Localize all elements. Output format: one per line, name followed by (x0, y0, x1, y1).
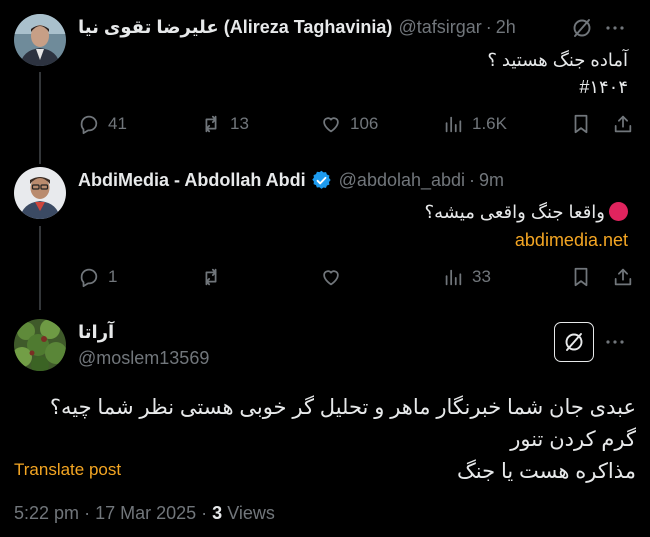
separator-dot: · (469, 170, 476, 190)
reply-icon (80, 115, 98, 135)
more-options-icon[interactable] (603, 330, 627, 359)
post-time[interactable]: 5:22 pm (14, 503, 79, 523)
views-chart-icon (445, 116, 462, 133)
like-count: 106 (350, 114, 379, 133)
avatar-abdimedia[interactable] (14, 167, 66, 219)
tweet-1-text: آماده جنگ هستید ؟ #۱۴۰۴ (128, 47, 628, 101)
reply-button[interactable]: 41 (78, 113, 200, 135)
repost-button[interactable]: 13 (200, 113, 320, 135)
share-icon (614, 268, 632, 286)
share-icon (614, 115, 632, 133)
views-button[interactable]: 33 (442, 266, 570, 288)
reply-count: 41 (108, 114, 127, 133)
tweet-1-handle[interactable]: @tafsirgar (398, 17, 481, 38)
reply-button[interactable]: 1 (78, 266, 200, 288)
repost-button[interactable] (200, 266, 320, 288)
thread-line-2 (39, 226, 41, 310)
bookmark-icon (574, 267, 588, 287)
thread-line-1 (39, 72, 41, 164)
tweet-2-text-line1: واقعا جنگ واقعی میشه؟ (128, 198, 628, 226)
views-button[interactable]: 1.6K (442, 113, 570, 135)
reply-icon (80, 268, 98, 288)
translate-post-link[interactable]: Translate post (14, 460, 121, 480)
repost-icon (205, 268, 217, 286)
share-button[interactable] (612, 113, 634, 135)
separator-dot: · (485, 17, 492, 37)
tweet-2-text-body: واقعا جنگ واقعی میشه؟ (424, 202, 605, 222)
red-circle-icon (609, 202, 628, 221)
separator-dot: · (84, 503, 96, 523)
tweet-2-name[interactable]: AbdiMedia - Abdollah Abdi (78, 170, 306, 191)
tweet-2-header: AbdiMedia - Abdollah Abdi @abdolah_abdi … (78, 170, 504, 191)
views-chart-icon (445, 269, 462, 286)
repost-icon (205, 115, 217, 133)
tweet-1-actions: 41 13 106 1.6K (78, 113, 634, 135)
avatar-alireza[interactable] (14, 14, 66, 66)
bookmark-button[interactable] (570, 266, 612, 288)
like-button[interactable]: 106 (320, 113, 442, 135)
reply-count: 1 (108, 267, 118, 286)
grok-slash-icon (565, 333, 583, 351)
bookmark-button[interactable] (570, 113, 612, 135)
grok-slash-icon (573, 19, 591, 37)
post-views-count: 3 (212, 503, 223, 523)
main-tweet-text-line1: عبدی جان شما خبرنگار ماهر و تحلیل گر خوب… (49, 396, 636, 451)
verified-badge-icon (311, 170, 332, 191)
bookmark-icon (574, 114, 588, 134)
tweet-2-link[interactable]: abdimedia.net (128, 226, 628, 254)
heart-icon (323, 117, 339, 133)
tweet-2-text: واقعا جنگ واقعی میشه؟ abdimedia.net (128, 198, 628, 254)
post-date[interactable]: 17 Mar 2025 (95, 503, 196, 523)
tweet-1-name-fa[interactable]: علیرضا تقوی نیا (78, 17, 219, 38)
tweet-2-handle[interactable]: @abdolah_abdi (339, 170, 465, 191)
repost-count: 13 (230, 114, 249, 133)
tweet-1-header: علیرضا تقوی نیا (Alireza Taghavinia) @ta… (78, 17, 516, 38)
heart-icon (323, 270, 339, 286)
tweet-2-actions: 1 33 (78, 266, 634, 288)
tweet-1-hashtag[interactable]: #۱۴۰۴ (128, 74, 628, 101)
tweet-1-name-en[interactable]: (Alireza Taghavinia) (224, 17, 393, 38)
avatar-arata[interactable] (14, 319, 66, 371)
grok-icon[interactable] (570, 16, 594, 45)
grok-button[interactable] (554, 322, 594, 362)
post-views-label: Views (227, 503, 275, 523)
tweet-1-time[interactable]: 2h (496, 17, 516, 38)
main-tweet-name[interactable]: آراتا (78, 322, 114, 343)
tweet-1-text-line1: آماده جنگ هستید ؟ (487, 50, 628, 70)
share-button[interactable] (612, 266, 634, 288)
views-count: 33 (472, 267, 491, 286)
more-options-icon[interactable] (603, 16, 627, 45)
views-count: 1.6K (472, 114, 507, 133)
like-button[interactable] (320, 266, 442, 288)
tweet-2-time[interactable]: 9m (479, 170, 504, 191)
post-meta: 5:22 pm · 17 Mar 2025 · 3 Views (14, 503, 275, 524)
separator-dot: · (201, 503, 213, 523)
main-tweet-handle[interactable]: @moslem13569 (78, 348, 209, 369)
